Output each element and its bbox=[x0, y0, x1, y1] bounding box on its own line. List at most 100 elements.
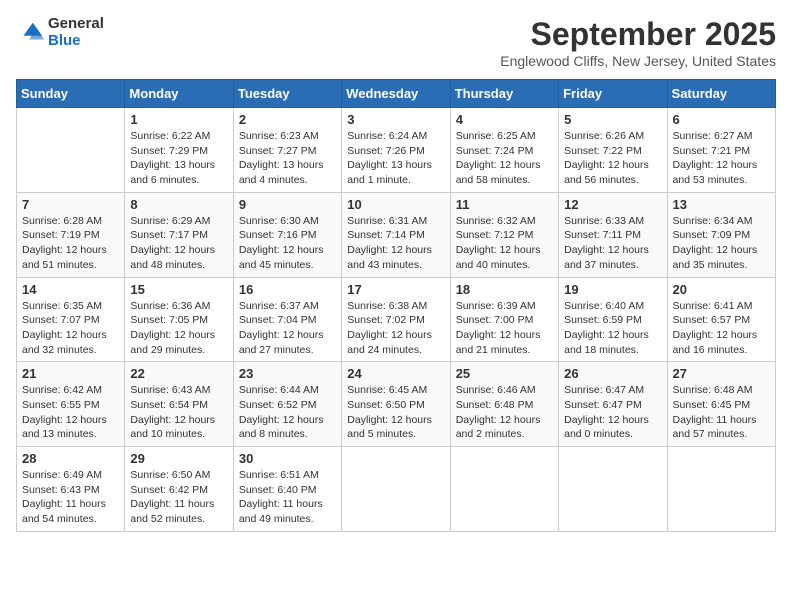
day-number: 12 bbox=[564, 197, 661, 212]
day-number: 13 bbox=[673, 197, 770, 212]
calendar-cell: 4 Sunrise: 6:25 AMSunset: 7:24 PMDaylight… bbox=[450, 108, 558, 193]
day-number: 24 bbox=[347, 366, 444, 381]
day-info: Sunrise: 6:30 AMSunset: 7:16 PMDaylight:… bbox=[239, 214, 336, 273]
day-number: 1 bbox=[130, 112, 227, 127]
calendar-week-row: 14 Sunrise: 6:35 AMSunset: 7:07 PMDayligh… bbox=[17, 277, 776, 362]
calendar-cell: 6Sunrise: 6:27 AMSunset: 7:21 PMDaylight… bbox=[667, 108, 775, 193]
calendar-cell: 2 Sunrise: 6:23 AMSunset: 7:27 PMDaylight… bbox=[233, 108, 341, 193]
calendar-cell bbox=[667, 447, 775, 532]
day-number: 6 bbox=[673, 112, 770, 127]
day-number: 22 bbox=[130, 366, 227, 381]
day-number: 15 bbox=[130, 282, 227, 297]
day-info: Sunrise: 6:44 AMSunset: 6:52 PMDaylight:… bbox=[239, 383, 336, 442]
day-info: Sunrise: 6:37 AMSunset: 7:04 PMDaylight:… bbox=[239, 299, 336, 358]
day-number: 19 bbox=[564, 282, 661, 297]
weekday-header: Tuesday bbox=[233, 80, 341, 108]
calendar-table: SundayMondayTuesdayWednesdayThursdayFrid… bbox=[16, 79, 776, 532]
calendar-cell: 11Sunrise: 6:32 AMSunset: 7:12 PMDayligh… bbox=[450, 192, 558, 277]
calendar-cell: 27Sunrise: 6:48 AMSunset: 6:45 PMDayligh… bbox=[667, 362, 775, 447]
day-info: Sunrise: 6:38 AMSunset: 7:02 PMDaylight:… bbox=[347, 299, 444, 358]
day-info: Sunrise: 6:34 AMSunset: 7:09 PMDaylight:… bbox=[673, 214, 770, 273]
day-number: 11 bbox=[456, 197, 553, 212]
weekday-header: Friday bbox=[559, 80, 667, 108]
calendar-week-row: 21 Sunrise: 6:42 AMSunset: 6:55 PMDayligh… bbox=[17, 362, 776, 447]
day-info: Sunrise: 6:22 AMSunset: 7:29 PMDaylight:… bbox=[130, 129, 227, 188]
calendar-cell bbox=[17, 108, 125, 193]
day-number: 20 bbox=[673, 282, 770, 297]
calendar-cell: 14 Sunrise: 6:35 AMSunset: 7:07 PMDayligh… bbox=[17, 277, 125, 362]
day-info: Sunrise: 6:50 AMSunset: 6:42 PMDaylight:… bbox=[130, 468, 227, 527]
day-number: 4 bbox=[456, 112, 553, 127]
location: Englewood Cliffs, New Jersey, United Sta… bbox=[500, 53, 776, 69]
day-info: Sunrise: 6:48 AMSunset: 6:45 PMDaylight:… bbox=[673, 383, 770, 442]
calendar-cell bbox=[559, 447, 667, 532]
calendar-cell bbox=[450, 447, 558, 532]
logo-general: General bbox=[48, 16, 104, 33]
calendar-week-row: 1 Sunrise: 6:22 AMSunset: 7:29 PMDaylight… bbox=[17, 108, 776, 193]
day-info: Sunrise: 6:42 AMSunset: 6:55 PMDaylight:… bbox=[22, 383, 119, 442]
calendar-cell: 17 Sunrise: 6:38 AMSunset: 7:02 PMDayligh… bbox=[342, 277, 450, 362]
calendar-cell: 9 Sunrise: 6:30 AMSunset: 7:16 PMDaylight… bbox=[233, 192, 341, 277]
weekday-header: Wednesday bbox=[342, 80, 450, 108]
day-info: Sunrise: 6:24 AMSunset: 7:26 PMDaylight:… bbox=[347, 129, 444, 188]
calendar-cell: 29 Sunrise: 6:50 AMSunset: 6:42 PMDayligh… bbox=[125, 447, 233, 532]
day-number: 17 bbox=[347, 282, 444, 297]
day-info: Sunrise: 6:25 AMSunset: 7:24 PMDaylight:… bbox=[456, 129, 553, 188]
logo-text: General Blue bbox=[48, 16, 104, 49]
calendar-cell: 1 Sunrise: 6:22 AMSunset: 7:29 PMDaylight… bbox=[125, 108, 233, 193]
day-number: 10 bbox=[347, 197, 444, 212]
calendar-week-row: 7Sunrise: 6:28 AMSunset: 7:19 PMDaylight… bbox=[17, 192, 776, 277]
page-header: General Blue September 2025 Englewood Cl… bbox=[16, 16, 776, 69]
calendar-cell: 16 Sunrise: 6:37 AMSunset: 7:04 PMDayligh… bbox=[233, 277, 341, 362]
calendar-cell: 7Sunrise: 6:28 AMSunset: 7:19 PMDaylight… bbox=[17, 192, 125, 277]
calendar-week-row: 28 Sunrise: 6:49 AMSunset: 6:43 PMDayligh… bbox=[17, 447, 776, 532]
calendar-cell: 26 Sunrise: 6:47 AMSunset: 6:47 PMDayligh… bbox=[559, 362, 667, 447]
day-number: 23 bbox=[239, 366, 336, 381]
day-info: Sunrise: 6:46 AMSunset: 6:48 PMDaylight:… bbox=[456, 383, 553, 442]
calendar-cell: 8Sunrise: 6:29 AMSunset: 7:17 PMDaylight… bbox=[125, 192, 233, 277]
calendar-cell: 10 Sunrise: 6:31 AMSunset: 7:14 PMDayligh… bbox=[342, 192, 450, 277]
day-info: Sunrise: 6:36 AMSunset: 7:05 PMDaylight:… bbox=[130, 299, 227, 358]
calendar-cell: 20 Sunrise: 6:41 AMSunset: 6:57 PMDayligh… bbox=[667, 277, 775, 362]
day-number: 9 bbox=[239, 197, 336, 212]
day-number: 7 bbox=[22, 197, 119, 212]
day-info: Sunrise: 6:43 AMSunset: 6:54 PMDaylight:… bbox=[130, 383, 227, 442]
calendar-cell: 21 Sunrise: 6:42 AMSunset: 6:55 PMDayligh… bbox=[17, 362, 125, 447]
day-number: 18 bbox=[456, 282, 553, 297]
day-info: Sunrise: 6:51 AMSunset: 6:40 PMDaylight:… bbox=[239, 468, 336, 527]
calendar-cell: 24 Sunrise: 6:45 AMSunset: 6:50 PMDayligh… bbox=[342, 362, 450, 447]
day-number: 28 bbox=[22, 451, 119, 466]
day-number: 2 bbox=[239, 112, 336, 127]
weekday-header-row: SundayMondayTuesdayWednesdayThursdayFrid… bbox=[17, 80, 776, 108]
weekday-header: Saturday bbox=[667, 80, 775, 108]
weekday-header: Sunday bbox=[17, 80, 125, 108]
calendar-cell: 12 Sunrise: 6:33 AMSunset: 7:11 PMDayligh… bbox=[559, 192, 667, 277]
weekday-header: Thursday bbox=[450, 80, 558, 108]
day-number: 29 bbox=[130, 451, 227, 466]
day-info: Sunrise: 6:35 AMSunset: 7:07 PMDaylight:… bbox=[22, 299, 119, 358]
day-number: 25 bbox=[456, 366, 553, 381]
calendar-cell: 30Sunrise: 6:51 AMSunset: 6:40 PMDayligh… bbox=[233, 447, 341, 532]
calendar-cell: 23 Sunrise: 6:44 AMSunset: 6:52 PMDayligh… bbox=[233, 362, 341, 447]
month-title: September 2025 bbox=[500, 16, 776, 53]
day-number: 21 bbox=[22, 366, 119, 381]
day-info: Sunrise: 6:47 AMSunset: 6:47 PMDaylight:… bbox=[564, 383, 661, 442]
day-info: Sunrise: 6:39 AMSunset: 7:00 PMDaylight:… bbox=[456, 299, 553, 358]
calendar-cell: 3 Sunrise: 6:24 AMSunset: 7:26 PMDaylight… bbox=[342, 108, 450, 193]
day-info: Sunrise: 6:26 AMSunset: 7:22 PMDaylight:… bbox=[564, 129, 661, 188]
day-info: Sunrise: 6:41 AMSunset: 6:57 PMDaylight:… bbox=[673, 299, 770, 358]
day-number: 26 bbox=[564, 366, 661, 381]
calendar-cell: 25 Sunrise: 6:46 AMSunset: 6:48 PMDayligh… bbox=[450, 362, 558, 447]
calendar-cell: 15 Sunrise: 6:36 AMSunset: 7:05 PMDayligh… bbox=[125, 277, 233, 362]
day-info: Sunrise: 6:40 AMSunset: 6:59 PMDaylight:… bbox=[564, 299, 661, 358]
day-info: Sunrise: 6:23 AMSunset: 7:27 PMDaylight:… bbox=[239, 129, 336, 188]
day-number: 14 bbox=[22, 282, 119, 297]
day-number: 16 bbox=[239, 282, 336, 297]
day-number: 8 bbox=[130, 197, 227, 212]
calendar-cell: 28 Sunrise: 6:49 AMSunset: 6:43 PMDayligh… bbox=[17, 447, 125, 532]
day-info: Sunrise: 6:31 AMSunset: 7:14 PMDaylight:… bbox=[347, 214, 444, 273]
day-info: Sunrise: 6:45 AMSunset: 6:50 PMDaylight:… bbox=[347, 383, 444, 442]
day-info: Sunrise: 6:33 AMSunset: 7:11 PMDaylight:… bbox=[564, 214, 661, 273]
day-info: Sunrise: 6:49 AMSunset: 6:43 PMDaylight:… bbox=[22, 468, 119, 527]
day-number: 3 bbox=[347, 112, 444, 127]
